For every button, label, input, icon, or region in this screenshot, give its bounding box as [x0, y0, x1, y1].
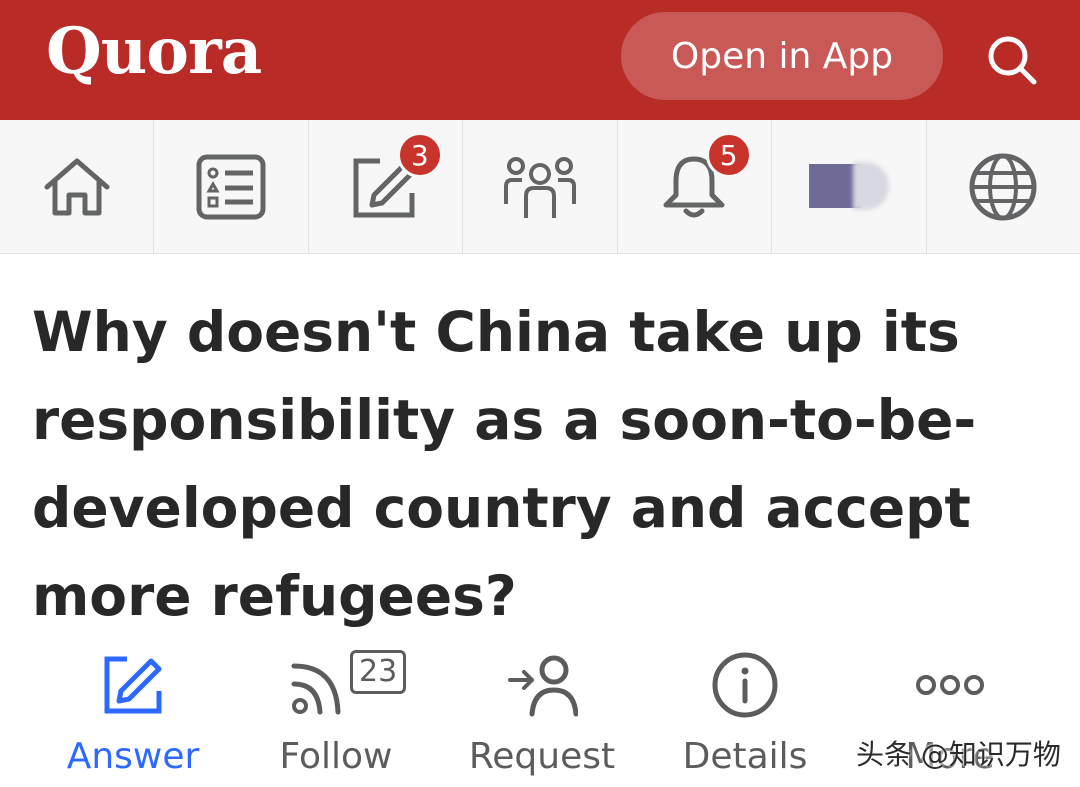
question-title[interactable]: Why doesn't China take up its responsibi… — [32, 288, 1042, 640]
follow-button[interactable]: 23 Follow — [266, 640, 407, 787]
globe-icon — [969, 153, 1037, 220]
answer-feed-icon — [196, 154, 266, 219]
nav-profile[interactable] — [772, 120, 927, 253]
answer-pencil-icon — [104, 656, 162, 714]
search-icon — [988, 36, 1037, 85]
quora-logo[interactable]: Quora — [46, 14, 262, 89]
nav-home[interactable] — [0, 120, 155, 253]
more-dots-icon — [916, 675, 984, 695]
follow-label: Follow — [279, 736, 393, 777]
info-icon — [712, 652, 778, 718]
main-nav: 3 5 — [0, 120, 1080, 254]
details-label: Details — [682, 736, 808, 777]
home-icon — [44, 158, 110, 215]
nav-write[interactable]: 3 — [309, 120, 464, 253]
search-button[interactable] — [980, 28, 1044, 92]
answer-button[interactable]: Answer — [58, 640, 208, 787]
watermark-text: 头条 @知识万物 — [856, 738, 1061, 771]
follow-count: 23 — [350, 650, 407, 694]
request-user-icon — [508, 655, 578, 717]
nav-spaces[interactable] — [463, 120, 618, 253]
nav-answer-feed[interactable] — [154, 120, 309, 253]
write-badge: 3 — [396, 132, 443, 178]
spaces-icon — [503, 156, 576, 218]
follow-rss-icon — [291, 663, 341, 715]
open-in-app-button[interactable]: Open in App — [621, 12, 943, 100]
nav-notifications[interactable]: 5 — [618, 120, 773, 253]
profile-avatar — [808, 161, 889, 212]
request-button[interactable]: Request — [462, 640, 622, 787]
request-label: Request — [468, 736, 616, 777]
answer-label: Answer — [66, 736, 200, 777]
details-button[interactable]: Details — [672, 640, 818, 787]
nav-language[interactable] — [927, 120, 1080, 253]
top-header: Quora Open in App — [0, 0, 1080, 120]
notifications-badge: 5 — [705, 132, 752, 178]
